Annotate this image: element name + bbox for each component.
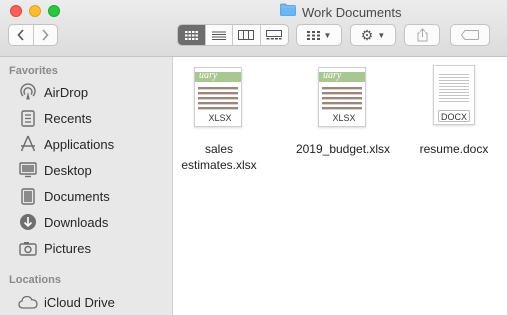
column-view-button[interactable] [233,25,261,45]
sidebar-item-applications[interactable]: Applications [0,132,173,156]
sidebar-item-pictures[interactable]: Pictures [0,236,173,260]
forward-button[interactable] [34,25,58,45]
sidebar-item-label: Downloads [44,214,109,230]
sidebar-item-icloud-drive[interactable]: iCloud Drive [0,290,173,314]
icon-view-icon [184,30,198,40]
sidebar-item-airdrop[interactable]: AirDrop [0,80,173,104]
desktop-icon [18,160,38,180]
recents-icon [18,108,38,128]
thumbnail-banner-text: uary [323,70,342,81]
airdrop-icon [18,82,38,102]
sidebar-item-label: Desktop [44,162,92,178]
pictures-icon [18,238,38,258]
thumbnail-banner-text: uary [199,70,218,81]
sidebar-item-label: Recents [44,110,92,126]
titlebar: Work Documents ▼ ⚙ ▼ [0,0,507,57]
sidebar: Favorites AirDrop Recents Applications D… [0,57,173,315]
sidebar-item-label: Pictures [44,240,91,256]
file-item-2019-budget[interactable]: uary XLSX 2019_budget.xlsx [286,65,400,157]
file-item-sales-estimates[interactable]: uary XLSX sales estimates.xlsx [176,65,262,173]
file-type-tag: XLSX [331,112,357,124]
sidebar-item-label: iCloud Drive [44,294,115,310]
spreadsheet-thumbnail: uary XLSX [318,67,366,127]
file-grid: uary XLSX sales estimates.xlsx uary XLSX… [174,57,507,315]
sidebar-item-label: AirDrop [44,84,89,100]
close-button[interactable] [10,5,22,17]
file-name: sales estimates.xlsx [181,141,256,173]
window-title-text: Work Documents [302,4,402,20]
minimize-button[interactable] [29,5,41,17]
sidebar-item-documents[interactable]: Documents [0,184,173,208]
tag-button[interactable] [450,24,490,46]
file-item-resume[interactable]: DOCX resume.docx [412,65,496,157]
sidebar-item-recents[interactable]: Recents [0,106,173,130]
icloud-icon [18,292,38,312]
downloads-icon [18,212,38,232]
folder-icon [280,3,296,21]
sidebar-item-downloads[interactable]: Downloads [0,210,173,234]
gear-icon: ⚙ [360,27,374,43]
docx-file-icon: DOCX [421,65,487,131]
list-view-button[interactable] [206,25,233,45]
chevron-left-icon [17,29,24,41]
share-icon [417,28,427,42]
xlsx-file-icon: uary XLSX [186,65,252,131]
file-type-tag: DOCX [438,110,470,122]
file-name: 2019_budget.xlsx [296,141,390,157]
chevron-right-icon [42,29,49,41]
zoom-button[interactable] [48,5,60,17]
navigation-buttons [8,24,58,46]
file-name-line: sales [204,142,233,156]
sidebar-item-label: Applications [44,136,115,152]
locations-header: Locations [9,274,61,286]
xlsx-file-icon: uary XLSX [310,65,376,131]
documents-icon [18,186,38,206]
chevron-down-icon: ▼ [323,30,332,40]
back-button[interactable] [9,25,34,45]
file-name-line: 2019_budget.xlsx [295,142,391,156]
finder-window: Work Documents ▼ ⚙ ▼ Favorites AirDrop R… [0,0,507,315]
tag-icon [461,30,479,40]
applications-icon [18,134,38,154]
sidebar-item-label: Documents [44,188,110,204]
share-button[interactable] [404,24,440,46]
file-name: resume.docx [420,141,489,157]
action-button[interactable]: ⚙ ▼ [350,24,396,46]
icon-view-button[interactable] [178,25,206,45]
window-title: Work Documents [280,3,401,21]
document-thumbnail: DOCX [433,65,475,125]
sidebar-item-desktop[interactable]: Desktop [0,158,173,182]
file-type-tag: XLSX [207,112,233,124]
favorites-header: Favorites [9,65,58,77]
group-by-icon [306,30,320,40]
file-name-line: resume.docx [419,142,489,156]
view-mode-control [177,24,289,46]
group-by-button[interactable]: ▼ [296,24,342,46]
chevron-down-icon: ▼ [377,30,386,40]
gallery-view-button[interactable] [261,25,288,45]
column-view-icon [238,30,255,40]
list-view-icon [211,31,226,40]
spreadsheet-thumbnail: uary XLSX [194,67,242,127]
file-name-line: estimates.xlsx [181,158,257,172]
gallery-view-icon [266,30,283,40]
